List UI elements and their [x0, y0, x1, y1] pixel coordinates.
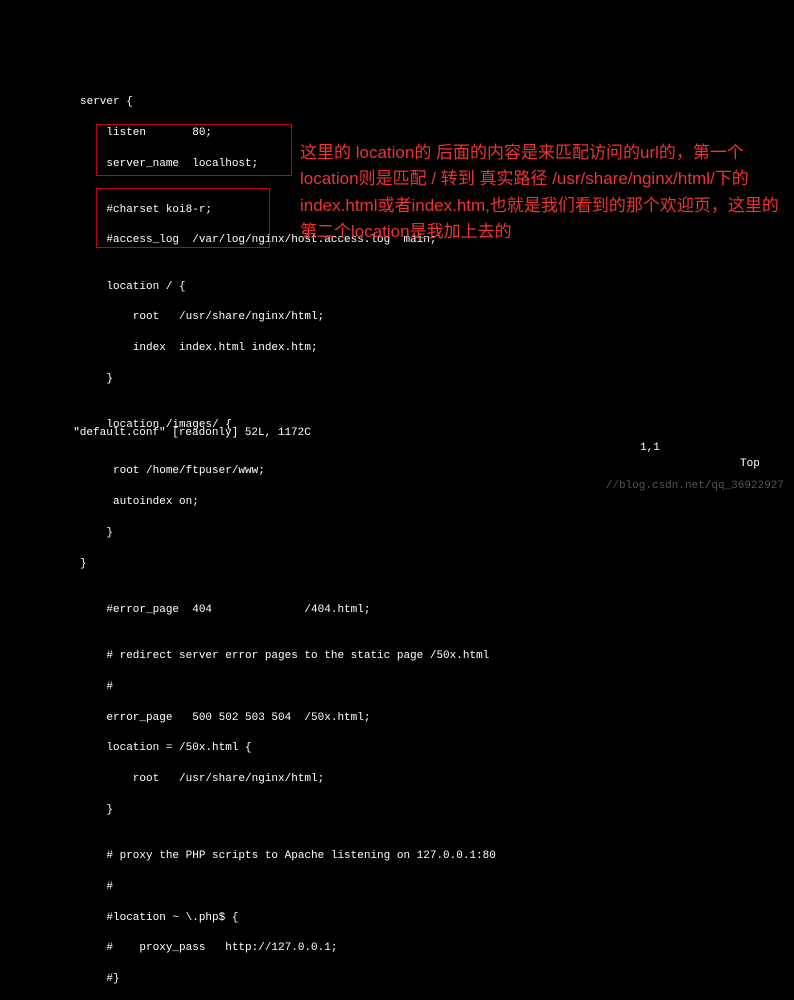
vim-status-bar: "default.conf" [readonly] 52L, 1172C 1,1…	[60, 410, 774, 472]
code-line: }	[80, 526, 794, 541]
code-line: error_page 500 502 503 504 /50x.html;	[80, 711, 794, 726]
code-line: # proxy the PHP scripts to Apache listen…	[80, 849, 794, 864]
status-scroll-pos: Top	[740, 457, 760, 472]
code-line: root /usr/share/nginx/html;	[80, 310, 794, 325]
code-line: listen 80;	[80, 126, 794, 141]
code-line: # proxy_pass http://127.0.0.1;	[80, 941, 794, 956]
code-line: #}	[80, 972, 794, 987]
code-line: # redirect server error pages to the sta…	[80, 649, 794, 664]
code-line: location / {	[80, 280, 794, 295]
code-line: #	[80, 880, 794, 895]
code-line: autoindex on;	[80, 495, 794, 510]
status-filename: "default.conf" [readonly] 52L, 1172C	[73, 427, 311, 439]
status-cursor-pos: 1,1	[640, 441, 660, 456]
code-line: location = /50x.html {	[80, 741, 794, 756]
code-line: root /usr/share/nginx/html;	[80, 772, 794, 787]
annotation-text: 这里的 location的 后面的内容是来匹配访问的url的，第一个locati…	[300, 140, 780, 245]
code-line: server {	[80, 95, 794, 110]
watermark: //blog.csdn.net/qq_36922927	[606, 479, 784, 494]
code-line: #	[80, 680, 794, 695]
code-line: }	[80, 557, 794, 572]
code-line: index index.html index.htm;	[80, 341, 794, 356]
code-line: #location ~ \.php$ {	[80, 911, 794, 926]
code-line: }	[80, 372, 794, 387]
code-line: #error_page 404 /404.html;	[80, 603, 794, 618]
code-line: }	[80, 803, 794, 818]
